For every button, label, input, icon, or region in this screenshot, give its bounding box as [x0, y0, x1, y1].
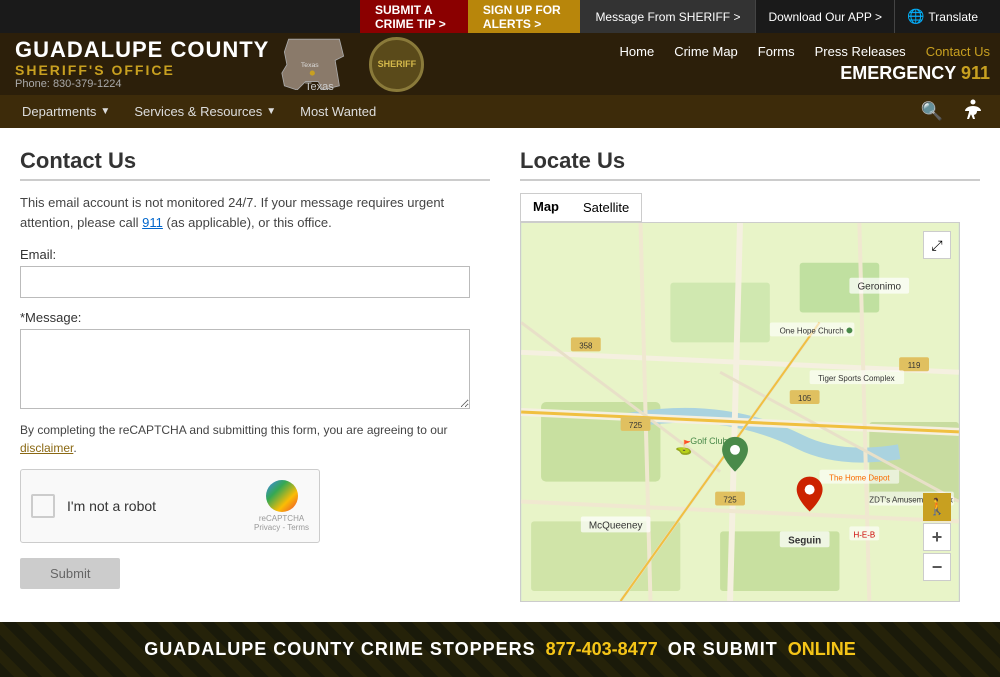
recaptcha-checkbox[interactable] [31, 494, 55, 518]
message-sheriff-btn[interactable]: Message From SHERIFF > [580, 0, 756, 33]
footer-text2: OR SUBMIT [668, 639, 778, 660]
tab-satellite[interactable]: Satellite [571, 194, 641, 221]
recaptcha-label: I'm not a robot [67, 498, 254, 514]
call-911-link[interactable]: 911 [142, 215, 163, 230]
svg-text:Tiger Sports Complex: Tiger Sports Complex [818, 374, 894, 383]
footer-text1: GUADALUPE COUNTY CRIME STOPPERS [144, 639, 535, 660]
nav-contact-us[interactable]: Contact Us [926, 44, 990, 59]
disclaimer-link[interactable]: disclaimer [20, 441, 73, 455]
svg-text:725: 725 [723, 496, 737, 505]
fullscreen-button[interactable]: ⤢ [923, 231, 951, 259]
contact-title: Contact Us [20, 148, 490, 181]
svg-text:One Hope Church: One Hope Church [780, 326, 844, 335]
recaptcha-logo-img [266, 480, 298, 512]
accessibility-button[interactable] [956, 98, 990, 125]
download-app-label: Download Our APP > [768, 10, 882, 24]
recaptcha-box[interactable]: I'm not a robot reCAPTCHA Privacy - Term… [20, 469, 320, 543]
recaptcha-brand: reCAPTCHA [259, 514, 304, 523]
nav-home[interactable]: Home [620, 44, 655, 59]
map-section: Locate Us Map Satellite [520, 148, 980, 602]
footer-banner: GUADALUPE COUNTY CRIME STOPPERS 877-403-… [0, 622, 1000, 677]
svg-text:McQueeney: McQueeney [589, 520, 643, 531]
texas-map-area: Texas Texas [279, 35, 359, 93]
form-note: By completing the reCAPTCHA and submitti… [20, 421, 490, 457]
signup-alerts-label: SIGN UP FOR ALERTS > [483, 3, 566, 31]
svg-text:The Home Depot: The Home Depot [829, 474, 890, 483]
chevron-down-icon: ▼ [266, 106, 276, 117]
nav-crime-map[interactable]: Crime Map [674, 44, 738, 59]
nav-forms[interactable]: Forms [758, 44, 795, 59]
svg-text:Texas: Texas [301, 62, 319, 69]
translate-label: Translate [928, 10, 978, 24]
zoom-out-button[interactable]: − [923, 553, 951, 581]
pegman-button[interactable]: 🚶 [923, 493, 951, 521]
svg-text:105: 105 [798, 394, 812, 403]
nav-most-wanted[interactable]: Most Wanted [288, 95, 388, 128]
header: GUADALUPE COUNTY SHERIFF'S OFFICE Phone:… [0, 33, 1000, 95]
signup-alerts-btn[interactable]: SIGN UP FOR ALERTS > [468, 0, 581, 33]
globe-icon: 🌐 [907, 8, 924, 25]
download-app-btn[interactable]: Download Our APP > [756, 0, 895, 33]
header-nav: Home Crime Map Forms Press Releases Cont… [620, 44, 990, 59]
map-container: 358 119 725 725 105 Seguin McQueeney [520, 222, 960, 602]
message-field[interactable] [20, 329, 470, 409]
message-sheriff-label: Message From SHERIFF > [595, 10, 740, 24]
nav-bar-right: 🔍 [913, 98, 990, 125]
svg-text:119: 119 [908, 361, 921, 370]
org-title: GUADALUPE COUNTY [15, 38, 269, 62]
footer-online-link[interactable]: ONLINE [788, 639, 856, 660]
recaptcha-logo: reCAPTCHA Privacy - Terms [254, 480, 309, 532]
svg-text:Seguin: Seguin [788, 535, 821, 546]
phone-number: 830-379-1224 [53, 78, 122, 90]
svg-text:Golf Club: Golf Club [690, 436, 727, 446]
phone-label: Phone: 830-379-1224 [15, 78, 269, 90]
map-svg: 358 119 725 725 105 Seguin McQueeney [521, 223, 959, 601]
map-tabs: Map Satellite [520, 193, 642, 222]
chevron-down-icon: ▼ [100, 106, 110, 117]
nav-services-resources[interactable]: Services & Resources ▼ [122, 95, 288, 128]
svg-text:⛳: ⛳ [675, 439, 692, 456]
nav-bar: Departments ▼ Services & Resources ▼ Mos… [0, 95, 1000, 128]
svg-text:Geronimo: Geronimo [857, 282, 901, 293]
top-bar: SUBMIT A CRIME TIP > SIGN UP FOR ALERTS … [0, 0, 1000, 33]
search-button[interactable]: 🔍 [913, 101, 951, 122]
email-field[interactable] [20, 266, 470, 298]
texas-label: Texas [305, 81, 334, 93]
emergency-911: 911 [961, 63, 990, 83]
main-content: Contact Us This email account is not mon… [0, 128, 1000, 622]
sheriff-badge: SHERIFF [369, 37, 424, 92]
submit-button[interactable]: Submit [20, 558, 120, 589]
translate-btn[interactable]: 🌐 Translate [895, 0, 990, 33]
map-title: Locate Us [520, 148, 980, 181]
recaptcha-terms: Privacy - Terms [254, 523, 309, 532]
map-background: 358 119 725 725 105 Seguin McQueeney [521, 223, 959, 601]
header-right: Home Crime Map Forms Press Releases Cont… [620, 44, 990, 84]
footer-phone[interactable]: 877-403-8477 [546, 639, 658, 660]
logo: GUADALUPE COUNTY SHERIFF'S OFFICE Phone:… [15, 38, 269, 90]
emergency-text: EMERGENCY 911 [840, 63, 990, 84]
svg-text:358: 358 [579, 341, 593, 350]
nav-departments[interactable]: Departments ▼ [10, 95, 122, 128]
message-label: *Message: [20, 310, 490, 325]
submit-tip-label: SUBMIT A CRIME TIP > [375, 3, 453, 31]
nav-press-releases[interactable]: Press Releases [815, 44, 906, 59]
org-subtitle: SHERIFF'S OFFICE [15, 62, 269, 78]
svg-text:H-E-B: H-E-B [854, 530, 876, 539]
tab-map[interactable]: Map [521, 194, 571, 221]
svg-text:725: 725 [629, 421, 643, 430]
contact-description: This email account is not monitored 24/7… [20, 193, 490, 232]
email-label: Email: [20, 247, 490, 262]
contact-section: Contact Us This email account is not mon… [20, 148, 520, 602]
zoom-in-button[interactable]: + [923, 523, 951, 551]
submit-tip-btn[interactable]: SUBMIT A CRIME TIP > [360, 0, 468, 33]
